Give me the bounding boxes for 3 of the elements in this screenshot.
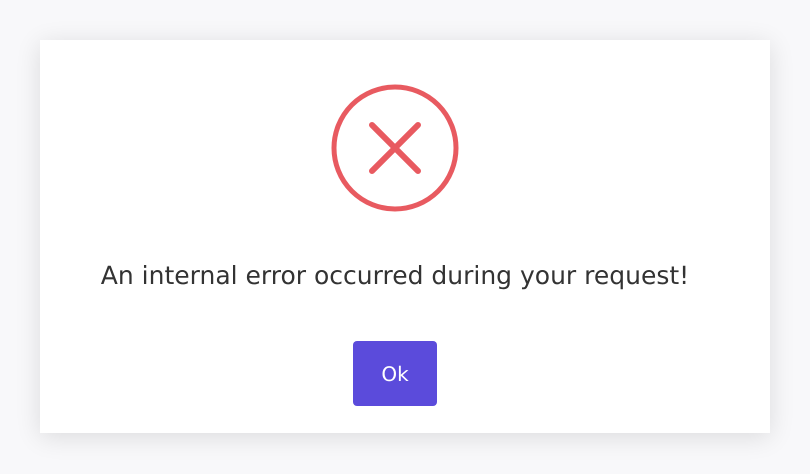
ok-button[interactable]: Ok (353, 341, 437, 406)
error-message: An internal error occurred during your request! (100, 261, 690, 291)
error-icon (330, 83, 460, 213)
